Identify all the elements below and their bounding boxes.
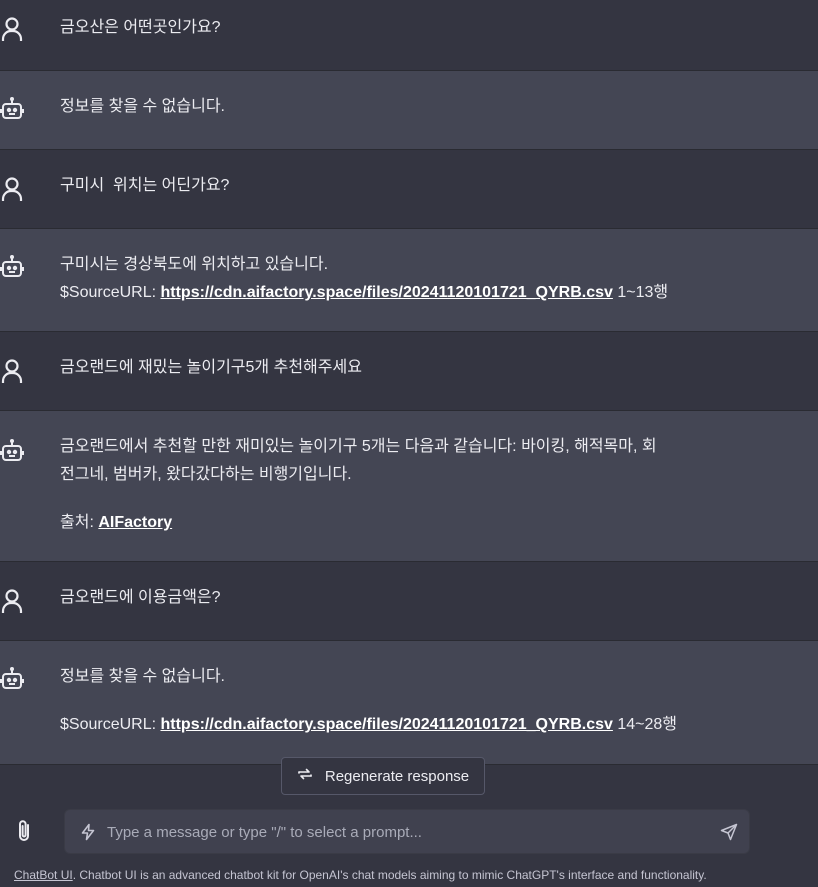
message-bot: 정보를 찾을 수 없습니다. bbox=[0, 71, 818, 150]
lightning-icon[interactable] bbox=[79, 823, 97, 841]
send-icon[interactable] bbox=[720, 823, 738, 841]
message-line: 구미시 위치는 어딘가요? bbox=[60, 177, 230, 194]
robot-icon bbox=[0, 667, 24, 695]
message-user: 금오랜드에 재밌는 놀이기구5개 추천해주세요 bbox=[0, 332, 818, 411]
citation-line: 출처: AIFactory bbox=[60, 509, 740, 537]
message-line: 정보를 찾을 수 없습니다. bbox=[60, 98, 225, 115]
message-user: 금오랜드에 이용금액은? bbox=[0, 562, 818, 641]
message-user: 구미시 위치는 어딘가요? bbox=[0, 150, 818, 229]
message-line: 금오랜드에 재밌는 놀이기구5개 추천해주세요 bbox=[60, 359, 362, 376]
message-text: 정보를 찾을 수 없습니다. $SourceURL: https://cdn.a… bbox=[60, 663, 740, 739]
source-url-link[interactable]: https://cdn.aifactory.space/files/202411… bbox=[161, 716, 613, 733]
message-text: 금오랜드에 재밌는 놀이기구5개 추천해주세요 bbox=[60, 354, 740, 382]
message-line: 금오랜드에서 추천할 만한 재미있는 놀이기구 5개는 다음과 같습니다: 바이… bbox=[60, 438, 657, 455]
message-text: 구미시 위치는 어딘가요? bbox=[60, 172, 740, 200]
citation-prefix: 출처: bbox=[60, 514, 99, 531]
footer: ChatBot UI. Chatbot UI is an advanced ch… bbox=[14, 868, 707, 882]
refresh-icon bbox=[297, 766, 313, 786]
message-text: 금오랜드에서 추천할 만한 재미있는 놀이기구 5개는 다음과 같습니다: 바이… bbox=[60, 433, 740, 537]
message-line: 금오산은 어떤곳인가요? bbox=[60, 19, 221, 36]
message-text: 금오산은 어떤곳인가요? bbox=[60, 14, 740, 42]
source-suffix: 14~28행 bbox=[612, 716, 678, 733]
message-text: 금오랜드에 이용금액은? bbox=[60, 584, 740, 612]
message-line: 구미시는 경상북도에 위치하고 있습니다. bbox=[60, 256, 329, 273]
citation-link[interactable]: AIFactory bbox=[98, 514, 172, 531]
user-icon bbox=[0, 176, 24, 204]
robot-icon bbox=[0, 439, 24, 467]
message-input[interactable] bbox=[105, 810, 709, 855]
source-suffix: 1~13행 bbox=[612, 284, 669, 301]
message-bot: 정보를 찾을 수 없습니다. $SourceURL: https://cdn.a… bbox=[0, 641, 818, 765]
footer-text: . Chatbot UI is an advanced chatbot kit … bbox=[72, 868, 707, 882]
message-input-container bbox=[64, 809, 750, 855]
source-url-link[interactable]: https://cdn.aifactory.space/files/202411… bbox=[161, 284, 613, 301]
robot-icon bbox=[0, 255, 24, 283]
message-bot: 금오랜드에서 추천할 만한 재미있는 놀이기구 5개는 다음과 같습니다: 바이… bbox=[0, 411, 818, 562]
paperclip-icon[interactable] bbox=[14, 818, 34, 844]
user-icon bbox=[0, 16, 24, 44]
message-line: 정보를 찾을 수 없습니다. bbox=[60, 668, 225, 685]
user-icon bbox=[0, 358, 24, 386]
source-line: $SourceURL: https://cdn.aifactory.space/… bbox=[60, 279, 740, 307]
footer-link[interactable]: ChatBot UI bbox=[14, 868, 73, 882]
source-prefix: $SourceURL: bbox=[60, 716, 161, 733]
message-bot: 구미시는 경상북도에 위치하고 있습니다. $SourceURL: https:… bbox=[0, 229, 818, 332]
message-text: 정보를 찾을 수 없습니다. bbox=[60, 93, 740, 121]
message-line: 전그네, 범버카, 왔다갔다하는 비행기입니다. bbox=[60, 466, 352, 483]
message-line: 금오랜드에 이용금액은? bbox=[60, 589, 221, 606]
robot-icon bbox=[0, 97, 24, 125]
source-line: $SourceURL: https://cdn.aifactory.space/… bbox=[60, 711, 740, 739]
regenerate-label: Regenerate response bbox=[324, 767, 470, 785]
user-icon bbox=[0, 588, 24, 616]
regenerate-button[interactable]: Regenerate response bbox=[281, 757, 485, 795]
source-prefix: $SourceURL: bbox=[60, 284, 161, 301]
message-user: 금오산은 어떤곳인가요? bbox=[0, 0, 818, 71]
message-text: 구미시는 경상북도에 위치하고 있습니다. $SourceURL: https:… bbox=[60, 251, 740, 307]
